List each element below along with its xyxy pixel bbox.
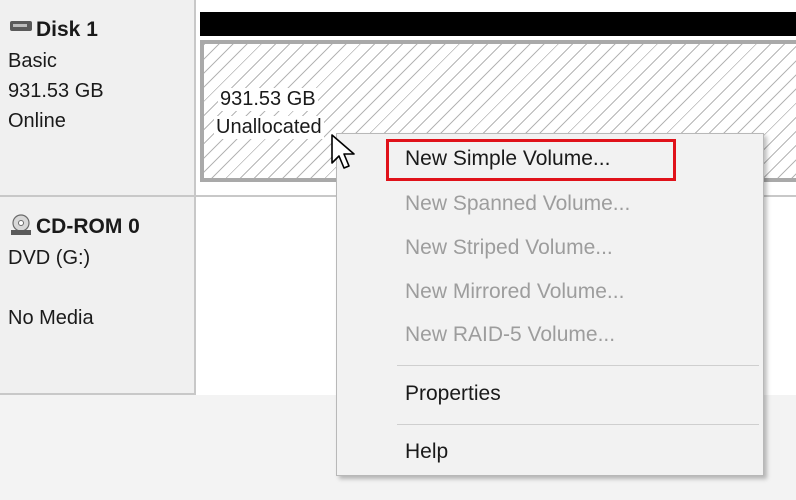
mouse-cursor-icon: [331, 134, 355, 169]
disk1-type: Basic: [8, 50, 57, 72]
cdrom-name-label: CD-ROM 0: [36, 215, 140, 238]
menu-item-new-striped-volume: New Striped Volume...: [405, 236, 613, 259]
cdrom-type: DVD (G:): [8, 247, 91, 269]
menu-separator: [397, 365, 759, 366]
cdrom-name: CD-ROM 0: [10, 214, 140, 239]
cdrom-info-panel[interactable]: CD-ROM 0 DVD (G:) No Media: [0, 197, 196, 395]
partition-label: Unallocated: [214, 116, 324, 139]
menu-item-new-mirrored-volume: New Mirrored Volume...: [405, 280, 625, 303]
disk1-info-panel[interactable]: Disk 1 Basic 931.53 GB Online: [0, 0, 196, 197]
hard-disk-icon: [10, 21, 32, 31]
menu-separator: [397, 424, 759, 425]
menu-item-new-raid5-volume: New RAID-5 Volume...: [405, 323, 616, 346]
cd-rom-icon: [11, 214, 31, 235]
context-menu: New Simple Volume... New Spanned Volume.…: [336, 133, 764, 476]
disk1-status: Online: [8, 110, 66, 132]
disk1-name-label: Disk 1: [36, 18, 98, 41]
menu-item-help[interactable]: Help: [405, 440, 448, 464]
cdrom-status: No Media: [8, 307, 94, 329]
partition-header-bar: [200, 12, 796, 36]
disk1-size: 931.53 GB: [8, 80, 104, 102]
menu-item-properties[interactable]: Properties: [405, 382, 501, 406]
partition-size: 931.53 GB: [218, 88, 318, 111]
highlight-annotation-box: [386, 139, 676, 181]
menu-item-new-spanned-volume: New Spanned Volume...: [405, 192, 631, 215]
disk1-name: Disk 1: [10, 18, 98, 42]
